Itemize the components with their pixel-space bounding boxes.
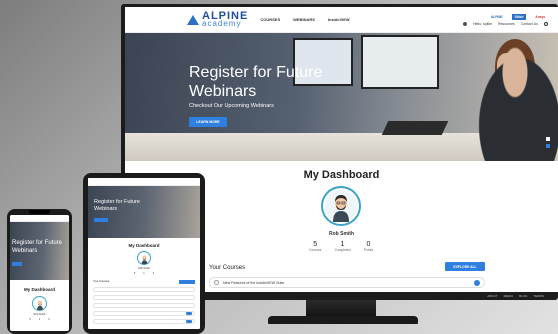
- user-greeting[interactable]: Hello, spilke: [473, 22, 492, 26]
- main-nav: COURSES WEBINARS InsideVIEW: [260, 17, 349, 22]
- tablet-avatar: [137, 251, 151, 265]
- course-list-item[interactable]: New Features of the InsideVIEW Suite: [209, 277, 485, 288]
- tablet-course-row[interactable]: [93, 310, 195, 316]
- tablet-dashboard-title: My Dashboard: [128, 243, 160, 248]
- slider-dot[interactable]: [546, 137, 550, 141]
- monitor-base: [268, 316, 418, 324]
- search-icon[interactable]: [544, 21, 548, 26]
- stat-courses: 5 Courses: [309, 241, 322, 252]
- tablet-screen: Register for Future Webinars My Dashboar…: [88, 178, 200, 329]
- phone-user-name: Rob Smith: [33, 313, 46, 316]
- avatar: [321, 186, 361, 226]
- phone-avatar: [32, 296, 47, 311]
- user-icon: [463, 21, 468, 26]
- phone-dashboard-title: My Dashboard: [23, 287, 55, 292]
- footer-link-about[interactable]: ABOUT: [487, 294, 497, 298]
- hero-subtitle: Checkout Our Upcoming Webinars: [189, 103, 274, 109]
- nav-insideview[interactable]: InsideVIEW: [328, 17, 350, 22]
- stat-completed: 1 Completed: [334, 241, 351, 252]
- tablet-courses-header: Your Courses: [88, 280, 200, 284]
- chevron-down-icon[interactable]: [474, 279, 480, 286]
- footer-link-media[interactable]: MEDIA: [504, 294, 514, 298]
- hero-banner: Register for Future Webinars Checkout Ou…: [125, 33, 558, 161]
- partner-stitch-logo[interactable]: Stitch: [511, 13, 527, 20]
- tablet-stats: 5 1 0: [133, 272, 155, 275]
- partner-logos: ALPINE Stitch Ansys: [488, 13, 548, 20]
- learn-more-button[interactable]: LEARN MORE: [189, 117, 227, 127]
- nav-right: ALPINE Stitch Ansys Hello, spilke Resour…: [463, 13, 548, 26]
- tablet-course-badge: [186, 320, 192, 323]
- hero-photo-keyboard: [381, 121, 449, 135]
- phone-device: Register for Future Webinars My Dashboar…: [7, 209, 72, 334]
- user-stats: 5 Courses 1 Completed 0 Points: [309, 241, 373, 252]
- utility-nav: Hello, spilke Resources Contact Us: [463, 21, 548, 26]
- tablet-navbar: [88, 178, 200, 186]
- tablet-device: Register for Future Webinars My Dashboar…: [83, 173, 205, 334]
- user-avatar-icon: [36, 300, 43, 310]
- tablet-course-row[interactable]: [93, 294, 195, 300]
- tablet-course-row[interactable]: [93, 318, 195, 324]
- hero-photo-person-body: [470, 43, 558, 161]
- tablet-explore-button[interactable]: [179, 280, 195, 284]
- phone-stats: 5 1 0: [29, 318, 50, 321]
- slider-dots: [546, 137, 550, 148]
- tablet-course-badge: [186, 312, 192, 315]
- phone-notch: [29, 210, 50, 214]
- tablet-user-name: Rob Smith: [138, 267, 150, 270]
- tablet-learn-more-button[interactable]: [94, 218, 108, 222]
- slider-dot-active[interactable]: [546, 144, 550, 148]
- phone-hero: Register for Future Webinars: [10, 222, 69, 280]
- user-avatar-icon: [141, 254, 147, 264]
- hero-title: Register for Future Webinars: [189, 64, 323, 100]
- mountain-logo-icon: [187, 14, 199, 25]
- course-title: New Features of the InsideVIEW Suite: [223, 280, 285, 285]
- nav-webinars[interactable]: WEBINARS: [293, 17, 315, 22]
- tablet-hero-title: Register for Future Webinars: [94, 199, 140, 212]
- logo-subtitle: academy: [202, 18, 242, 28]
- site-navbar: ALPINE academy COURSES WEBINARS InsideVI…: [125, 7, 558, 33]
- nav-courses[interactable]: COURSES: [260, 17, 280, 22]
- partner-alpine-logo[interactable]: ALPINE: [488, 14, 506, 20]
- tablet-course-row[interactable]: [93, 302, 195, 308]
- user-avatar-icon: [325, 190, 357, 222]
- courses-heading: Your Courses: [209, 265, 246, 271]
- phone-learn-more-button[interactable]: [12, 262, 22, 266]
- nav-contact[interactable]: Contact Us: [521, 22, 538, 26]
- tablet-courses-heading: Your Courses: [93, 280, 110, 284]
- explore-all-button[interactable]: EXPLORE ALL: [445, 262, 485, 271]
- phone-hero-title: Register for Future Webinars: [12, 240, 63, 254]
- footer-link-blog[interactable]: BLOG: [519, 294, 527, 298]
- stat-points: 0 Points: [363, 241, 373, 252]
- phone-navbar: [10, 215, 69, 222]
- phone-screen: Register for Future Webinars My Dashboar…: [10, 215, 69, 331]
- tablet-hero: Register for Future Webinars: [88, 186, 200, 238]
- footer-link-terms[interactable]: TERMS: [534, 294, 545, 298]
- course-radio[interactable]: [214, 280, 219, 285]
- alpine-academy-logo[interactable]: ALPINE academy: [187, 11, 248, 28]
- tablet-course-row[interactable]: [93, 286, 195, 292]
- nav-resources[interactable]: Resources: [498, 22, 515, 26]
- partner-ansys-logo[interactable]: Ansys: [532, 14, 548, 20]
